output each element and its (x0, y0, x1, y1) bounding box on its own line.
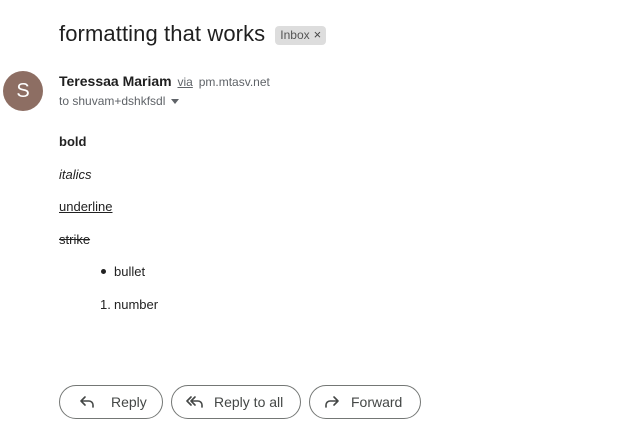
reply-all-button-label: Reply to all (214, 394, 284, 410)
label-chip-text: Inbox (280, 27, 310, 42)
reply-button[interactable]: Reply (59, 385, 163, 419)
email-subject: formatting that works (59, 21, 266, 46)
numbered-list-item: number (114, 297, 159, 312)
reply-button-label: Reply (111, 394, 147, 410)
bullet-list-item: bullet (114, 264, 146, 279)
recipient-text: to shuvam+dshkfsdl (59, 94, 166, 108)
label-chip-inbox[interactable]: Inbox × (275, 25, 327, 45)
body-bold-text: bold (59, 134, 87, 149)
avatar-letter: S (16, 79, 30, 102)
number-marker: 1. (100, 297, 111, 312)
forward-icon (324, 395, 340, 409)
sender-row: Teressaa Mariam via pm.mtasv.net (59, 73, 270, 89)
via-link[interactable]: via (177, 75, 192, 89)
bullet-marker (101, 269, 106, 274)
email-view: formatting that works Inbox × S Teressaa… (0, 0, 617, 445)
subject-row: formatting that works Inbox × (59, 21, 327, 47)
body-underline-text: underline (59, 199, 113, 214)
body-italic-text: italics (59, 167, 92, 182)
forward-button-label: Forward (351, 394, 403, 410)
reply-all-button[interactable]: Reply to all (171, 385, 301, 419)
remove-label-icon[interactable]: × (314, 28, 322, 41)
reply-all-icon (186, 395, 204, 409)
body-strike-text: strike (59, 232, 91, 247)
avatar[interactable]: S (3, 71, 43, 111)
sender-name[interactable]: Teressaa Mariam (59, 73, 172, 89)
via-domain: pm.mtasv.net (198, 75, 270, 89)
chevron-down-icon[interactable] (171, 99, 180, 104)
reply-icon (79, 395, 95, 409)
recipient-row: to shuvam+dshkfsdl (59, 94, 180, 108)
forward-button[interactable]: Forward (309, 385, 421, 419)
